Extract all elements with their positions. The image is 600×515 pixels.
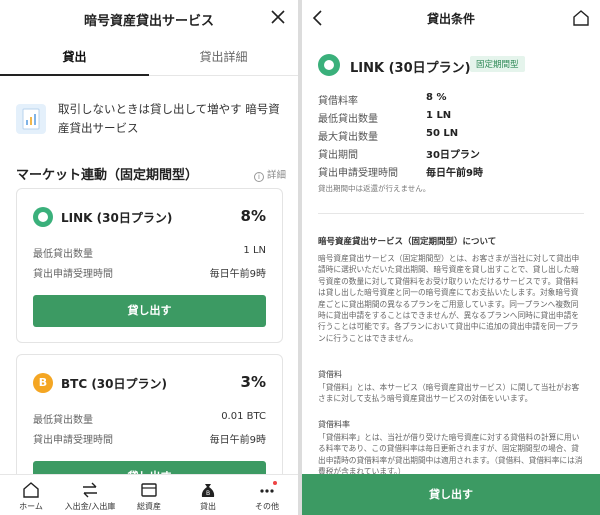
min-amount-row: 最低貸出数量 1 LN (33, 245, 266, 260)
nav-lending[interactable]: B 貸出 (178, 481, 238, 512)
condition-label: 最大貸出数量 (318, 132, 378, 143)
notification-dot (273, 481, 277, 485)
nav-label: 貸出 (200, 502, 216, 511)
product-header: LINK (30日プラン) 固定期間型 (318, 54, 588, 78)
lending-card-btc[interactable]: B BTC (30日プラン) 3% 最低貸出数量 0.01 BTC 貸出申請受理… (16, 354, 283, 494)
condition-value: 1 LN (426, 110, 452, 121)
condition-value: 8 % (426, 92, 447, 103)
lending-bag-icon: B (201, 484, 215, 497)
about-body: 暗号資産貸出サービス（固定期間型）とは、お客さまが当社に対して貸出申請時に選択い… (318, 254, 580, 343)
accept-time-row: 貸出申請受理時間 毎日午前9時 (33, 431, 266, 446)
plan-name: BTC (30日プラン) (61, 377, 167, 391)
condition-label: 最低貸出数量 (318, 114, 378, 125)
btc-icon: B (33, 373, 53, 393)
fee-body: 「貸借料」とは、本サービス（暗号資産貸出サービス）に関して当社がお客さまに対して… (318, 383, 580, 404)
condition-label: 貸出期間 (318, 150, 358, 161)
condition-value: 50 LN (426, 128, 459, 139)
transfer-icon (83, 482, 97, 498)
info-icon: i (253, 172, 264, 182)
about-section: 暗号資産貸出サービス（固定期間型）について 暗号資産貸出サービス（固定期間型）と… (318, 235, 586, 344)
accept-time-value: 毎日午前9時 (209, 435, 266, 446)
rate-value: 8% (240, 207, 266, 225)
nav-assets[interactable]: 総資産 (119, 481, 179, 512)
product-name: LINK (30日プラン) (350, 61, 471, 76)
rate-body: 「貸借料率」とは、当社が借り受けた暗号資産に対する貸借料の計算に用いる料率であり… (318, 433, 583, 477)
condition-value: 毎日午前9時 (426, 168, 483, 179)
min-amount-value: 0.01 BTC (221, 411, 266, 422)
section-detail-link[interactable]: i 詳細 (253, 167, 286, 182)
intro-text: 取引しないときは貸し出して増やす 暗号資産貸出サービス (58, 102, 280, 135)
min-amount-label: 最低貸出数量 (33, 249, 93, 260)
min-amount-row: 最低貸出数量 0.01 BTC (33, 411, 266, 426)
header: 貸出条件 (302, 0, 600, 38)
min-amount-label: 最低貸出数量 (33, 415, 93, 426)
fee-heading: 貸借料 (318, 370, 342, 379)
home-icon[interactable] (572, 10, 590, 26)
section-title: マーケット連動（固定期間型） (16, 168, 199, 183)
rate-value: 3% (240, 373, 266, 391)
nav-label: その他 (255, 502, 279, 511)
page-title: 貸出条件 (426, 12, 475, 26)
return-note: 貸出期間中は返還が行えません。 (318, 184, 431, 193)
nav-label: 総資産 (137, 502, 161, 511)
link-icon (33, 207, 53, 227)
min-amount-value: 1 LN (243, 245, 266, 256)
active-tab-indicator (0, 74, 149, 76)
condition-label: 貸借料率 (318, 96, 358, 107)
lending-card-link[interactable]: LINK (30日プラン) 8% 最低貸出数量 1 LN 貸出申請受理時間 毎日… (16, 188, 283, 343)
about-heading: 暗号資産貸出サービス（固定期間型）について (318, 237, 497, 247)
lending-home-screen: 暗号資産貸出サービス 貸出 貸出詳細 取引しないときは貸し出して増やす 暗号資産… (0, 0, 298, 515)
lending-conditions-screen: 貸出条件 LINK (30日プラン) 固定期間型 貸借料率 8 % 最低貸出数量… (302, 0, 600, 515)
accept-time-row: 貸出申請受理時間 毎日午前9時 (33, 265, 266, 280)
bottom-nav: ホーム 入出金/入出庫 総資産 B 貸出 その他 (0, 474, 298, 515)
tab-lending-details[interactable]: 貸出詳細 (149, 48, 298, 65)
svg-text:B: B (206, 490, 210, 497)
page-title: 暗号資産貸出サービス (83, 14, 214, 29)
condition-label: 貸出申請受理時間 (318, 168, 398, 179)
nav-home[interactable]: ホーム (1, 481, 61, 512)
divider (318, 213, 584, 214)
rate-heading: 貸借料率 (318, 420, 350, 429)
accept-time-label: 貸出申請受理時間 (33, 269, 113, 280)
nav-more[interactable]: その他 (237, 481, 297, 512)
section-detail-label: 詳細 (266, 170, 286, 181)
type-badge: 固定期間型 (470, 56, 525, 72)
header: 暗号資産貸出サービス (0, 0, 298, 38)
nav-label: ホーム (19, 502, 43, 511)
accept-time-value: 毎日午前9時 (209, 269, 266, 280)
wallet-icon (141, 483, 157, 497)
intro-banner: 取引しないときは貸し出して増やす 暗号資産貸出サービス (16, 100, 286, 140)
plan-name: LINK (30日プラン) (61, 211, 173, 225)
link-icon (318, 54, 340, 76)
home-icon (23, 482, 39, 498)
tab-lending[interactable]: 貸出 (0, 48, 149, 65)
chart-document-icon (16, 104, 46, 134)
nav-label: 入出金/入出庫 (64, 502, 116, 511)
lend-button[interactable]: 貸し出す (302, 474, 600, 515)
section-header: マーケット連動（固定期間型） i 詳細 (16, 162, 286, 183)
condition-value: 30日プラン (426, 150, 480, 161)
nav-transfer[interactable]: 入出金/入出庫 (60, 481, 120, 512)
accept-time-label: 貸出申請受理時間 (33, 435, 113, 446)
lend-button[interactable]: 貸し出す (33, 295, 266, 327)
close-icon[interactable] (270, 9, 286, 25)
tab-bar: 貸出 貸出詳細 (0, 38, 298, 76)
